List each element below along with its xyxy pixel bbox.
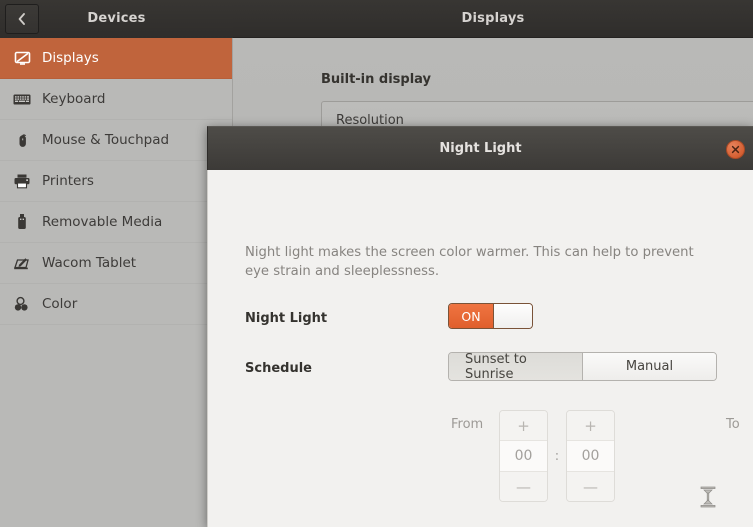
from-hours-increment-button[interactable]: + <box>500 411 547 441</box>
close-icon <box>731 145 740 154</box>
from-hours-decrement-button[interactable]: — <box>500 471 547 501</box>
tablet-pen-icon <box>8 255 36 271</box>
keyboard-icon <box>8 93 36 106</box>
sidebar-item-label: Mouse & Touchpad <box>42 132 170 148</box>
sidebar-item-displays[interactable]: Displays <box>0 38 232 79</box>
sidebar-item-removable-media[interactable]: Removable Media <box>0 202 232 243</box>
devices-title: Devices <box>87 11 146 26</box>
monitor-icon <box>8 50 36 67</box>
mouse-icon <box>8 132 36 149</box>
schedule-label: Schedule <box>245 361 312 376</box>
sidebar-item-keyboard[interactable]: Keyboard <box>0 79 232 120</box>
from-minutes-spinner[interactable]: + 00 — <box>566 410 615 502</box>
night-light-toggle[interactable]: ON <box>448 303 533 329</box>
toggle-on-label: ON <box>449 304 493 328</box>
sidebar-item-mouse-touchpad[interactable]: Mouse & Touchpad <box>0 120 232 161</box>
night-light-dialog: Night Light Night light makes the screen… <box>207 126 753 527</box>
close-button[interactable] <box>726 140 745 159</box>
sidebar-item-printers[interactable]: Printers <box>0 161 232 202</box>
from-minutes-value[interactable]: 00 <box>567 441 614 471</box>
to-label: To <box>726 417 740 432</box>
builtin-display-heading: Built-in display <box>321 72 432 87</box>
dialog-body: Night light makes the screen color warme… <box>207 170 753 527</box>
printer-icon <box>8 173 36 189</box>
color-circles-icon <box>8 296 36 313</box>
schedule-option-sunset-to-sunrise[interactable]: Sunset to Sunrise <box>449 353 583 380</box>
sidebar-item-label: Wacom Tablet <box>42 255 137 271</box>
dialog-description: Night light makes the screen color warme… <box>245 245 694 279</box>
from-minutes-decrement-button[interactable]: — <box>567 471 614 501</box>
vertical-resize-cursor-icon <box>699 486 717 508</box>
from-label: From <box>451 417 484 432</box>
schedule-option-manual[interactable]: Manual <box>583 353 716 380</box>
dialog-titlebar[interactable]: Night Light <box>207 126 753 170</box>
devices-sidebar: Displays Keyboard Mouse & Touchpad Print… <box>0 38 233 527</box>
from-time-group: + 00 — : + 00 — <box>499 410 615 502</box>
sidebar-item-color[interactable]: Color <box>0 284 232 325</box>
sidebar-item-label: Displays <box>42 50 99 66</box>
dialog-title: Night Light <box>439 141 522 156</box>
from-hours-spinner[interactable]: + 00 — <box>499 410 548 502</box>
from-hours-value[interactable]: 00 <box>500 441 547 471</box>
toggle-knob <box>493 304 532 328</box>
usb-drive-icon <box>8 213 36 231</box>
schedule-mode-selector: Sunset to Sunrise Manual <box>448 352 717 381</box>
sidebar-item-label: Color <box>42 296 78 312</box>
sidebar-item-wacom-tablet[interactable]: Wacom Tablet <box>0 243 232 284</box>
sidebar-item-label: Printers <box>42 173 94 189</box>
from-time-separator: : <box>554 448 560 464</box>
displays-title: Displays <box>461 11 525 26</box>
sidebar-item-label: Keyboard <box>42 91 106 107</box>
sidebar-item-label: Removable Media <box>42 214 163 230</box>
screen: Built-in display Resolution Displays Key… <box>0 0 753 527</box>
from-minutes-increment-button[interactable]: + <box>567 411 614 441</box>
night-light-label: Night Light <box>245 311 328 326</box>
